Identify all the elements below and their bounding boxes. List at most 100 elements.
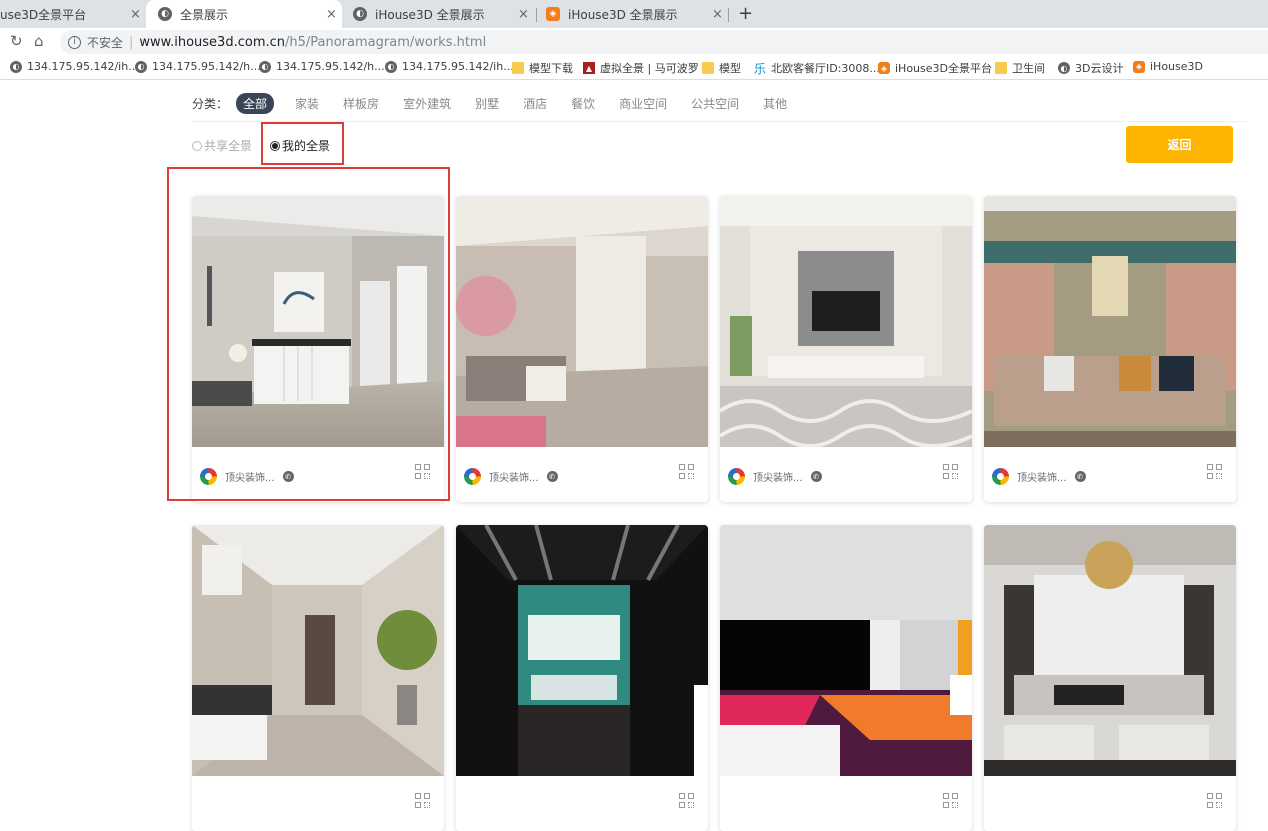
qr-code-icon[interactable]	[943, 793, 959, 809]
category-all[interactable]: 全部	[236, 92, 275, 114]
work-thumbnail[interactable]	[720, 525, 972, 776]
bookmark-folder[interactable]: 模型下载	[512, 60, 573, 76]
back-button[interactable]: 返回	[1126, 126, 1233, 163]
work-thumbnail[interactable]	[456, 196, 708, 447]
work-thumbnail[interactable]	[984, 196, 1236, 447]
qr-code-icon[interactable]	[679, 793, 695, 809]
highlight-box	[261, 122, 344, 165]
work-card[interactable]	[720, 525, 972, 831]
tab-title: 全景展示	[180, 7, 229, 22]
shared-radio[interactable]: 共享全景	[192, 137, 252, 154]
address-divider: |	[129, 34, 134, 50]
navigation-bar: ↻ ⌂ i 不安全 | www.ihouse3d.com.cn /h5/Pano…	[0, 28, 1268, 56]
bookmark-item[interactable]: ◐ 3D云设计	[1058, 60, 1123, 76]
reload-icon[interactable]: ↻	[10, 32, 23, 50]
bookmark-label: 模型	[719, 62, 741, 75]
bookmark-item[interactable]: ◈ iHouse3D	[1133, 60, 1203, 73]
tab-strip: use3D全景平台 × ◐ 全景展示 × ◐ iHouse3D 全景展示 × ◈…	[0, 0, 1268, 28]
home-icon[interactable]: ⌂	[34, 32, 44, 50]
le-logo-icon: 乐	[754, 61, 767, 76]
bookmark-item[interactable]: ◈ iHouse3D全景平台	[878, 60, 992, 76]
work-thumbnail[interactable]	[984, 525, 1236, 776]
qr-code-icon[interactable]	[943, 464, 959, 480]
globe-icon: ◐	[1058, 62, 1070, 74]
category-hotel[interactable]: 酒店	[523, 95, 547, 112]
bookmark-label: 虚拟全景 | 马可波罗	[600, 62, 699, 75]
category-public[interactable]: 公共空间	[691, 95, 739, 112]
work-card[interactable]	[456, 525, 708, 831]
address-bar[interactable]: i 不安全 | www.ihouse3d.com.cn /h5/Panorama…	[60, 30, 1268, 54]
tab-panorama[interactable]: ◐ 全景展示 ×	[146, 0, 342, 28]
category-villa[interactable]: 别墅	[475, 95, 499, 112]
globe-icon: ◐	[259, 60, 271, 73]
bookmark-label: 3D云设计	[1075, 62, 1124, 75]
radio-circle	[192, 140, 202, 151]
work-meta: 顶尖装饰... ✆	[464, 468, 558, 485]
close-icon[interactable]: ×	[326, 7, 337, 22]
work-card[interactable]: 顶尖装饰... ✆	[984, 196, 1236, 502]
work-thumbnail[interactable]	[192, 525, 444, 776]
tab-title: iHouse3D 全景展示	[375, 7, 485, 22]
bookmark-item[interactable]: ◐ 134.175.95.142/h...	[259, 60, 385, 73]
tab-separator	[728, 8, 729, 22]
bookmark-label: 134.175.95.142/h...	[276, 60, 385, 73]
bookmark-folder[interactable]: 模型	[702, 60, 741, 76]
folder-icon	[702, 62, 714, 74]
close-icon[interactable]: ×	[518, 7, 529, 22]
category-commercial[interactable]: 商业空间	[619, 95, 667, 112]
category-home[interactable]: 家装	[295, 95, 319, 112]
qr-code-icon[interactable]	[679, 464, 695, 480]
bookmark-label: 134.175.95.142/ih...	[27, 60, 139, 73]
bookmark-label: iHouse3D全景平台	[895, 62, 992, 75]
folder-icon	[995, 62, 1007, 74]
work-card[interactable]	[192, 525, 444, 831]
bookmark-label: 卫生间	[1012, 62, 1045, 75]
avatar	[728, 468, 745, 485]
bookmark-item[interactable]: ◐ 134.175.95.142/h...	[135, 60, 261, 73]
qr-code-icon[interactable]	[1207, 793, 1223, 809]
tab-ihouse-platform[interactable]: use3D全景平台 ×	[0, 0, 142, 28]
category-exterior[interactable]: 室外建筑	[403, 95, 451, 112]
ihouse-logo-icon: ◈	[878, 62, 890, 74]
info-icon[interactable]: i	[68, 35, 81, 49]
tab-title: iHouse3D 全景展示	[568, 7, 678, 22]
work-thumbnail[interactable]	[456, 525, 708, 776]
bookmark-item[interactable]: 乐北欧客餐厅ID:3008...	[754, 60, 880, 76]
category-other[interactable]: 其他	[763, 95, 787, 112]
bookmark-label: 134.175.95.142/h...	[152, 60, 261, 73]
divider	[192, 121, 1247, 122]
work-card[interactable]: 顶尖装饰... ✆	[720, 196, 972, 502]
close-icon[interactable]: ×	[130, 7, 141, 22]
work-card[interactable]: 顶尖装饰... ✆	[456, 196, 708, 502]
close-icon[interactable]: ×	[712, 7, 723, 22]
globe-icon: ◐	[135, 60, 147, 73]
category-show-flat[interactable]: 样板房	[343, 95, 379, 112]
radio-label: 共享全景	[204, 139, 253, 153]
folder-icon	[512, 62, 524, 74]
bookmark-label: 北欧客餐厅ID:3008...	[771, 62, 880, 75]
work-card[interactable]	[984, 525, 1236, 831]
phone-icon[interactable]: ✆	[810, 471, 822, 482]
tab-ihouse-panorama-2[interactable]: ◈ iHouse3D 全景展示 ×	[538, 0, 730, 28]
work-meta: 顶尖装饰... ✆	[728, 468, 822, 485]
bookmark-folder[interactable]: 卫生间	[995, 60, 1045, 76]
bookmark-item[interactable]: ▲ 虚拟全景 | 马可波罗	[583, 60, 699, 76]
tab-title: use3D全景平台	[0, 7, 87, 22]
url-host: www.ihouse3d.com.cn	[139, 34, 285, 50]
category-dining[interactable]: 餐饮	[571, 95, 595, 112]
work-thumbnail[interactable]	[720, 196, 972, 447]
phone-icon[interactable]: ✆	[546, 471, 558, 482]
new-tab-button[interactable]: +	[738, 3, 753, 24]
qr-code-icon[interactable]	[415, 793, 431, 809]
ihouse-logo-icon: ◈	[1133, 60, 1145, 73]
work-meta: 顶尖装饰... ✆	[992, 468, 1086, 485]
tab-ihouse-panorama[interactable]: ◐ iHouse3D 全景展示 ×	[344, 0, 536, 28]
category-filter: 分类： 全部 家装 样板房 室外建筑 别墅 酒店 餐饮 商业空间 公共空间 其他	[192, 92, 811, 114]
bookmark-item[interactable]: ◐ 134.175.95.142/ih...	[385, 60, 514, 73]
globe-icon: ◐	[158, 7, 172, 21]
qr-code-icon[interactable]	[1207, 464, 1223, 480]
author-name: 顶尖装饰...	[753, 473, 803, 484]
bookmark-item[interactable]: ◐ 134.175.95.142/ih...	[10, 60, 139, 73]
phone-icon[interactable]: ✆	[1074, 471, 1086, 482]
tab-separator	[536, 8, 537, 22]
